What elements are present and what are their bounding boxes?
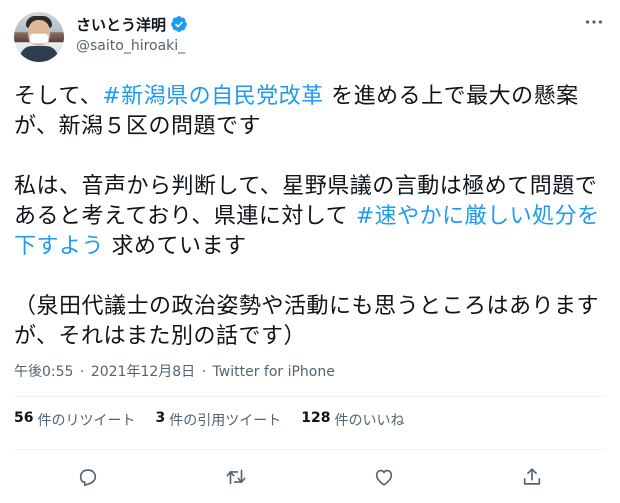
tweet-text-p3: （泉田代議士の政治姿勢や活動にも思うところはありますが、それはまた別の話です） [14, 294, 600, 349]
tweet-card: さいとう洋明 @saito_hiroaki_ そして、#新潟県の自民党改革 を進… [0, 0, 620, 503]
display-name-row: さいとう洋明 [76, 12, 188, 36]
likes-stat[interactable]: 128 件のいいね [301, 410, 404, 430]
verified-badge-icon [171, 16, 187, 32]
hashtag-link[interactable]: #新潟県の自民党改革 [102, 84, 323, 109]
meta-separator: · [75, 364, 89, 380]
avatar[interactable] [14, 12, 64, 62]
quotes-count: 3 [155, 410, 166, 426]
tweet-text-p1-a: そして、 [14, 84, 103, 109]
meta-separator: · [197, 364, 211, 380]
tweet-header: さいとう洋明 @saito_hiroaki_ [14, 10, 606, 66]
author-handle[interactable]: @saito_hiroaki_ [76, 38, 188, 54]
more-horizontal-icon [585, 20, 603, 24]
reply-icon [79, 469, 97, 487]
quotes-stat[interactable]: 3 件の引用ツイート [155, 410, 281, 430]
share-button[interactable] [514, 459, 550, 495]
like-button[interactable] [366, 459, 402, 495]
divider [14, 396, 606, 397]
retweet-button[interactable] [218, 459, 254, 495]
quotes-label: 件の引用ツイート [169, 413, 282, 429]
tweet-text-p2-b: 求めています [104, 234, 247, 259]
likes-count: 128 [301, 410, 331, 426]
tweet-actions [14, 459, 606, 495]
tweet-date[interactable]: 2021年12月8日 [91, 364, 195, 380]
tweet-text: そして、#新潟県の自民党改革 を進める上で最大の懸案が、新潟５区の問題です 私は… [14, 82, 606, 352]
retweets-label: 件のリツイート [37, 413, 136, 429]
retweets-count: 56 [14, 410, 34, 426]
share-icon [523, 468, 541, 485]
author-names: さいとう洋明 @saito_hiroaki_ [76, 12, 188, 54]
tweet-meta: 午後0:55 · 2021年12月8日 · Twitter for iPhone [14, 361, 337, 381]
tweet-time[interactable]: 午後0:55 [14, 364, 73, 380]
likes-label: 件のいいね [334, 413, 405, 429]
retweet-icon [226, 469, 246, 485]
divider [14, 449, 606, 450]
more-options-button[interactable] [582, 10, 606, 34]
display-name[interactable]: さいとう洋明 [76, 14, 166, 35]
tweet-stats: 56 件のリツイート 3 件の引用ツイート 128 件のいいね [14, 410, 424, 430]
like-icon [375, 469, 393, 486]
tweet-source[interactable]: Twitter for iPhone [213, 364, 335, 380]
reply-button[interactable] [70, 459, 106, 495]
retweets-stat[interactable]: 56 件のリツイート [14, 410, 135, 430]
